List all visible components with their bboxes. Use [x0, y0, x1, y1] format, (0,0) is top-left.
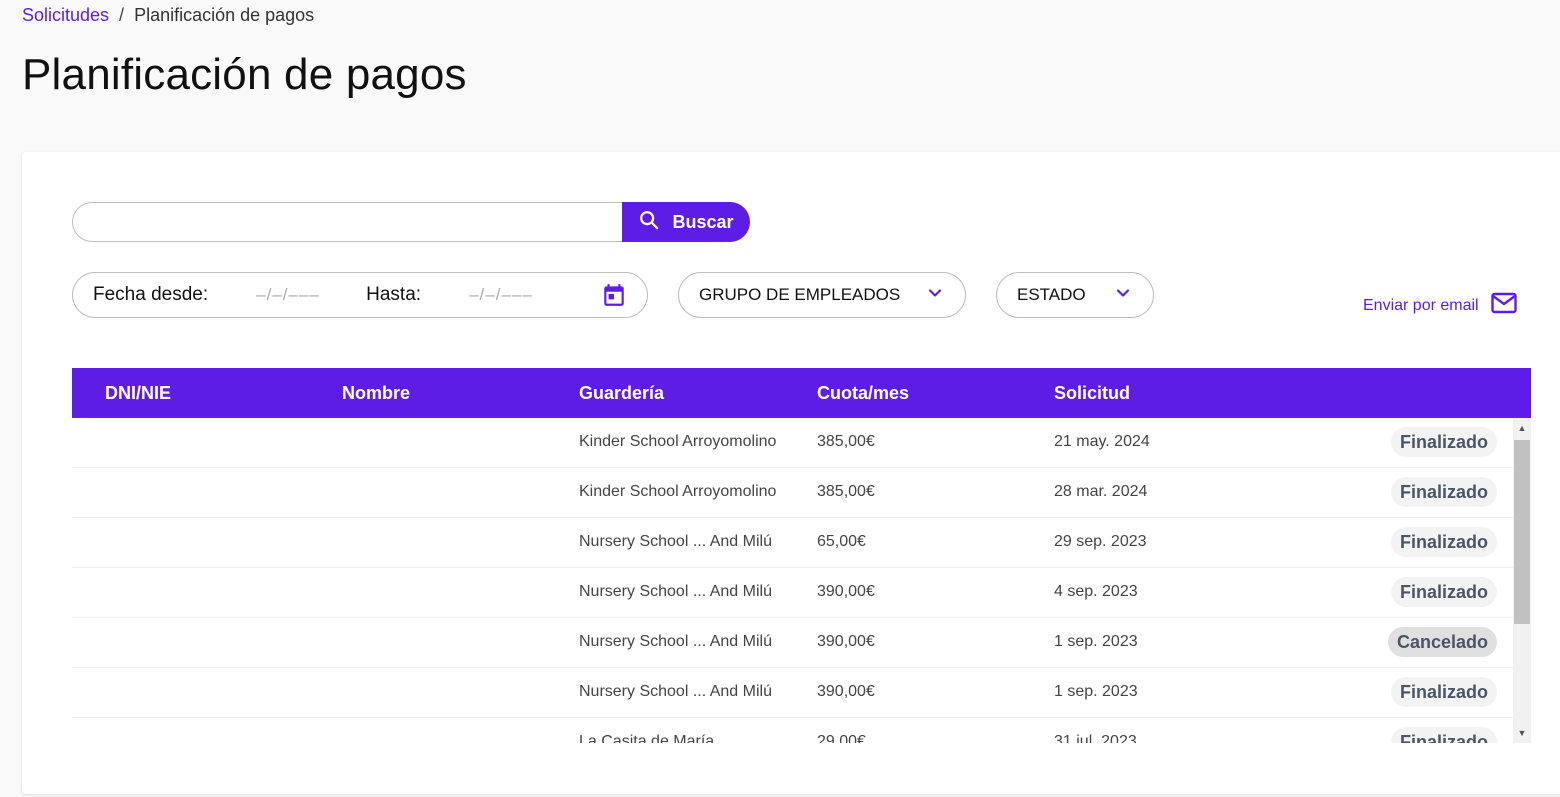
breadcrumb: Solicitudes / Planificación de pagos [22, 5, 314, 26]
cell-solicitud: 1 sep. 2023 [1054, 683, 1138, 700]
status-badge: Cancelado [1387, 627, 1497, 657]
cell-solicitud: 4 sep. 2023 [1054, 583, 1138, 600]
employee-group-dropdown[interactable]: GRUPO DE EMPLEADOS [678, 272, 966, 318]
header-dni[interactable]: DNI/NIE [105, 383, 171, 404]
header-nombre[interactable]: Nombre [342, 383, 410, 404]
scrollbar-thumb[interactable] [1514, 440, 1530, 624]
breadcrumb-current: Planificación de pagos [134, 5, 315, 25]
status-badge: Finalizado [1390, 527, 1497, 557]
cell-solicitud: 1 sep. 2023 [1054, 633, 1138, 650]
cell-guarderia: Nursery School ... And Milú [579, 583, 772, 600]
send-email-link[interactable]: Enviar por email [1363, 292, 1517, 319]
table-row[interactable]: La Casita de María 29,00€ 31 jul. 2023 F… [72, 718, 1531, 743]
cell-cuota: 29,00€ [817, 733, 866, 743]
employee-group-label: GRUPO DE EMPLEADOS [699, 285, 901, 304]
scroll-up-arrow-icon[interactable]: ▲ [1513, 420, 1531, 436]
search-input[interactable] [72, 202, 622, 242]
table-row[interactable]: Kinder School Arroyomolino 385,00€ 28 ma… [72, 468, 1531, 518]
cell-solicitud: 28 mar. 2024 [1054, 483, 1148, 500]
scroll-down-arrow-icon[interactable]: ▼ [1513, 725, 1531, 741]
cell-solicitud: 21 may. 2024 [1054, 433, 1150, 450]
table-body: Kinder School Arroyomolino 385,00€ 21 ma… [72, 418, 1531, 743]
status-badge: Finalizado [1390, 427, 1497, 457]
cell-cuota: 390,00€ [817, 583, 875, 600]
cell-guarderia: Nursery School ... And Milú [579, 683, 772, 700]
search-bar: Buscar [72, 202, 750, 242]
cell-guarderia: Nursery School ... And Milú [579, 633, 772, 650]
search-button-label: Buscar [672, 211, 734, 232]
page-title: Planificación de pagos [22, 50, 467, 99]
date-to-input[interactable]: –/–/––– [469, 285, 579, 305]
search-button[interactable]: Buscar [622, 202, 750, 242]
calendar-icon[interactable] [601, 282, 627, 308]
table-row[interactable]: Nursery School ... And Milú 65,00€ 29 se… [72, 518, 1531, 568]
cell-cuota: 385,00€ [817, 433, 875, 450]
table-row[interactable]: Nursery School ... And Milú 390,00€ 1 se… [72, 618, 1531, 668]
status-badge: Finalizado [1390, 677, 1497, 707]
cell-cuota: 390,00€ [817, 633, 875, 650]
table-row[interactable]: Kinder School Arroyomolino 385,00€ 21 ma… [72, 418, 1531, 468]
table-scrollbar[interactable]: ▲ ▼ [1513, 418, 1531, 743]
table-row[interactable]: Nursery School ... And Milú 390,00€ 4 se… [72, 568, 1531, 618]
header-cuota[interactable]: Cuota/mes [817, 383, 909, 404]
date-range-filter: Fecha desde: –/–/––– Hasta: –/–/––– [72, 272, 648, 318]
cell-guarderia: Nursery School ... And Milú [579, 533, 772, 550]
cell-solicitud: 31 jul. 2023 [1054, 733, 1137, 743]
status-badge: Finalizado [1390, 577, 1497, 607]
status-dropdown[interactable]: ESTADO [996, 272, 1154, 318]
cell-guarderia: Kinder School Arroyomolino [579, 433, 777, 450]
table-header: DNI/NIE Nombre Guardería Cuota/mes Solic… [72, 368, 1531, 418]
cell-solicitud: 29 sep. 2023 [1054, 533, 1147, 550]
mail-icon [1490, 292, 1517, 319]
header-solicitud[interactable]: Solicitud [1054, 383, 1130, 404]
table-row[interactable]: Nursery School ... And Milú 390,00€ 1 se… [72, 668, 1531, 718]
send-email-label: Enviar por email [1363, 296, 1479, 314]
chevron-down-icon [1113, 283, 1133, 308]
payments-table: DNI/NIE Nombre Guardería Cuota/mes Solic… [72, 368, 1531, 743]
content-card: Buscar Fecha desde: –/–/––– Hasta: –/–/–… [22, 152, 1560, 794]
breadcrumb-separator: / [119, 5, 125, 25]
cell-cuota: 390,00€ [817, 683, 875, 700]
chevron-down-icon [925, 283, 945, 308]
date-from-label: Fecha desde: [93, 284, 209, 305]
search-icon [638, 209, 660, 236]
status-badge: Finalizado [1390, 727, 1497, 743]
status-badge: Finalizado [1390, 477, 1497, 507]
cell-guarderia: Kinder School Arroyomolino [579, 483, 777, 500]
header-guarderia[interactable]: Guardería [579, 383, 664, 404]
breadcrumb-link-solicitudes[interactable]: Solicitudes [22, 5, 109, 26]
cell-cuota: 385,00€ [817, 483, 875, 500]
date-from-input[interactable]: –/–/––– [256, 285, 366, 305]
date-to-label: Hasta: [366, 284, 422, 305]
status-dropdown-label: ESTADO [1017, 285, 1086, 304]
cell-cuota: 65,00€ [817, 533, 866, 550]
cell-guarderia: La Casita de María [579, 733, 715, 743]
